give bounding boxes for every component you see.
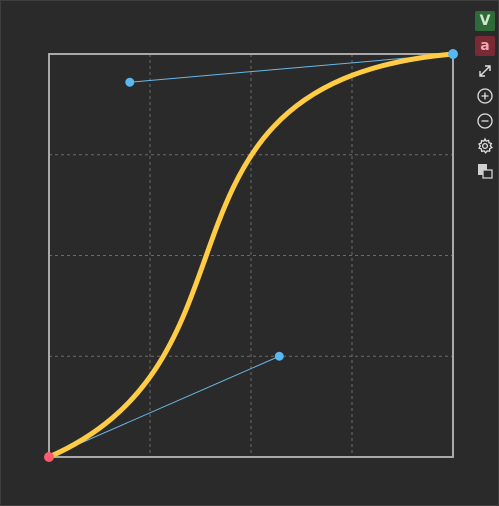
end-point-handle[interactable] xyxy=(448,49,458,59)
zoom-in-button[interactable] xyxy=(475,86,495,106)
layers-icon xyxy=(478,164,493,179)
settings-icon xyxy=(478,137,493,154)
handle-line-start xyxy=(48,355,280,458)
fit-view-button[interactable] xyxy=(475,61,495,81)
a-toggle-button[interactable]: a xyxy=(475,36,495,56)
start-point-handle[interactable] xyxy=(44,452,54,462)
control-point-2-handle[interactable] xyxy=(125,77,135,87)
a-toggle-label: a xyxy=(480,38,490,54)
editor-toolbar: V a xyxy=(474,11,496,186)
settings-button[interactable] xyxy=(475,136,495,156)
zoom-out-icon xyxy=(477,113,493,129)
grid xyxy=(49,54,453,457)
layers-button[interactable] xyxy=(475,161,495,181)
fit-view-icon xyxy=(479,65,491,77)
curve-canvas[interactable] xyxy=(0,0,499,506)
control-point-1-handle[interactable] xyxy=(274,351,284,361)
zoom-out-button[interactable] xyxy=(475,111,495,131)
v-toggle-label: V xyxy=(479,13,491,29)
v-toggle-button[interactable]: V xyxy=(475,11,495,31)
zoom-in-icon xyxy=(477,88,493,104)
